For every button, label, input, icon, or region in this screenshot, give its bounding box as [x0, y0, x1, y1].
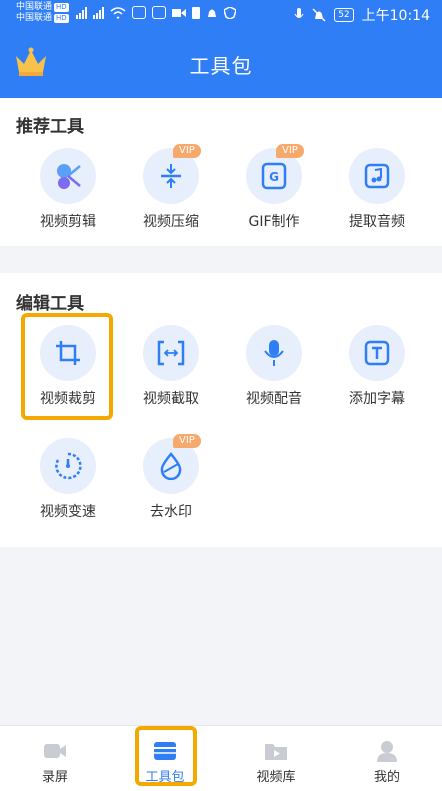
wifi-icon: [110, 6, 126, 19]
shield-icon: [224, 6, 236, 19]
camera-icon: [44, 744, 66, 758]
nav-record[interactable]: 录屏: [0, 726, 110, 791]
tool-label: 视频压缩: [143, 214, 199, 230]
video-camera-icon: [172, 8, 186, 17]
tool-video-trim[interactable]: 视频截取: [126, 325, 216, 408]
tool-label: 视频裁剪: [40, 391, 96, 407]
tool-label: 视频截取: [143, 391, 199, 407]
nav-label: 视频库: [256, 770, 296, 785]
tool-icon-wrap: [143, 325, 199, 381]
tool-icon-wrap: [40, 325, 96, 381]
mic-icon: [294, 8, 304, 18]
tool-label: 视频配音: [246, 391, 302, 407]
recommended-tools-section: 推荐工具 视频剪辑 VIP 视频压缩 G VIP GIF制作 提取音频: [0, 98, 442, 246]
hd-badge: HD: [54, 3, 69, 12]
status-bar: 中国联通 HD 中国联通 HD 52 上午10:14: [0, 0, 442, 30]
water-drop-icon: [160, 452, 182, 480]
scissors-icon: [57, 164, 81, 189]
nav-video-library[interactable]: 视频库: [221, 726, 331, 791]
carrier-info: 中国联通 HD 中国联通 HD: [16, 2, 69, 24]
compress-icon: [161, 164, 181, 188]
tool-label: 提取音频: [349, 214, 405, 230]
tool-gif-make[interactable]: G VIP GIF制作: [229, 144, 319, 231]
tool-label: 视频剪辑: [40, 214, 96, 230]
app-header: 中国联通 HD 中国联通 HD 52 上午10:14 工具包: [0, 0, 442, 98]
page-title: 工具包: [189, 54, 253, 78]
music-note-icon: [364, 163, 390, 189]
tool-label: 添加字幕: [349, 391, 405, 407]
vip-badge: VIP: [173, 144, 201, 158]
tool-icon-wrap: [349, 325, 405, 381]
nav-label: 我的: [373, 770, 400, 785]
tool-video-edit[interactable]: 视频剪辑: [23, 148, 113, 231]
nav-label: 工具包: [145, 770, 185, 785]
tool-add-subtitle[interactable]: 添加字幕: [332, 325, 422, 408]
nav-toolbox[interactable]: 工具包: [110, 726, 220, 791]
signal-icon: [76, 6, 87, 19]
battery-level: 52: [334, 8, 354, 22]
toolbox-icon: [154, 742, 176, 760]
tool-label: 去水印: [150, 504, 192, 520]
section-title: 推荐工具: [16, 117, 84, 137]
tool-icon-wrap: [40, 148, 96, 204]
signal-icon: [93, 6, 104, 19]
edit-tools-section: 编辑工具 视频裁剪 视频截取 视频配音 添加字幕 视频变速 VIP 去水印: [0, 273, 442, 547]
carrier-1: 中国联通: [16, 2, 53, 12]
tool-remove-watermark[interactable]: VIP 去水印: [126, 434, 216, 521]
clock: 上午10:14: [361, 8, 430, 24]
status-icons: [76, 6, 236, 19]
svg-text:G: G: [269, 170, 279, 184]
carrier-2: 中国联通: [16, 13, 53, 23]
tool-label: GIF制作: [248, 214, 300, 230]
app-icon: [132, 6, 146, 19]
speedometer-icon: [55, 452, 82, 480]
battery-saver-icon: [192, 6, 200, 19]
tool-video-dub[interactable]: 视频配音: [229, 325, 319, 408]
vip-badge: VIP: [173, 434, 201, 448]
app-icon: [152, 6, 166, 19]
mute-icon: [312, 8, 326, 22]
nav-label: 录屏: [41, 770, 68, 785]
tool-icon-wrap: [40, 438, 96, 494]
tool-video-compress[interactable]: VIP 视频压缩: [126, 144, 216, 231]
tool-icon-wrap: [349, 148, 405, 204]
folder-play-icon: [265, 744, 287, 760]
bottom-nav: 录屏 工具包 视频库 我的: [0, 725, 442, 791]
tool-video-speed[interactable]: 视频变速: [23, 438, 113, 521]
tool-label: 视频变速: [40, 504, 96, 520]
trim-icon: [157, 340, 185, 366]
text-icon: [364, 340, 390, 366]
section-title: 编辑工具: [16, 294, 84, 314]
tool-extract-audio[interactable]: 提取音频: [332, 148, 422, 231]
microphone-icon: [264, 340, 284, 366]
notification-icon: [208, 9, 216, 17]
tool-video-crop[interactable]: 视频裁剪: [23, 325, 113, 408]
crop-icon: [56, 341, 80, 365]
tool-icon-wrap: [246, 325, 302, 381]
nav-me[interactable]: 我的: [332, 726, 442, 791]
hd-badge: HD: [54, 14, 69, 23]
vip-badge: VIP: [276, 144, 304, 158]
gif-icon: G: [261, 162, 287, 190]
person-icon: [377, 741, 397, 762]
status-right: 52 上午10:14: [294, 5, 430, 25]
